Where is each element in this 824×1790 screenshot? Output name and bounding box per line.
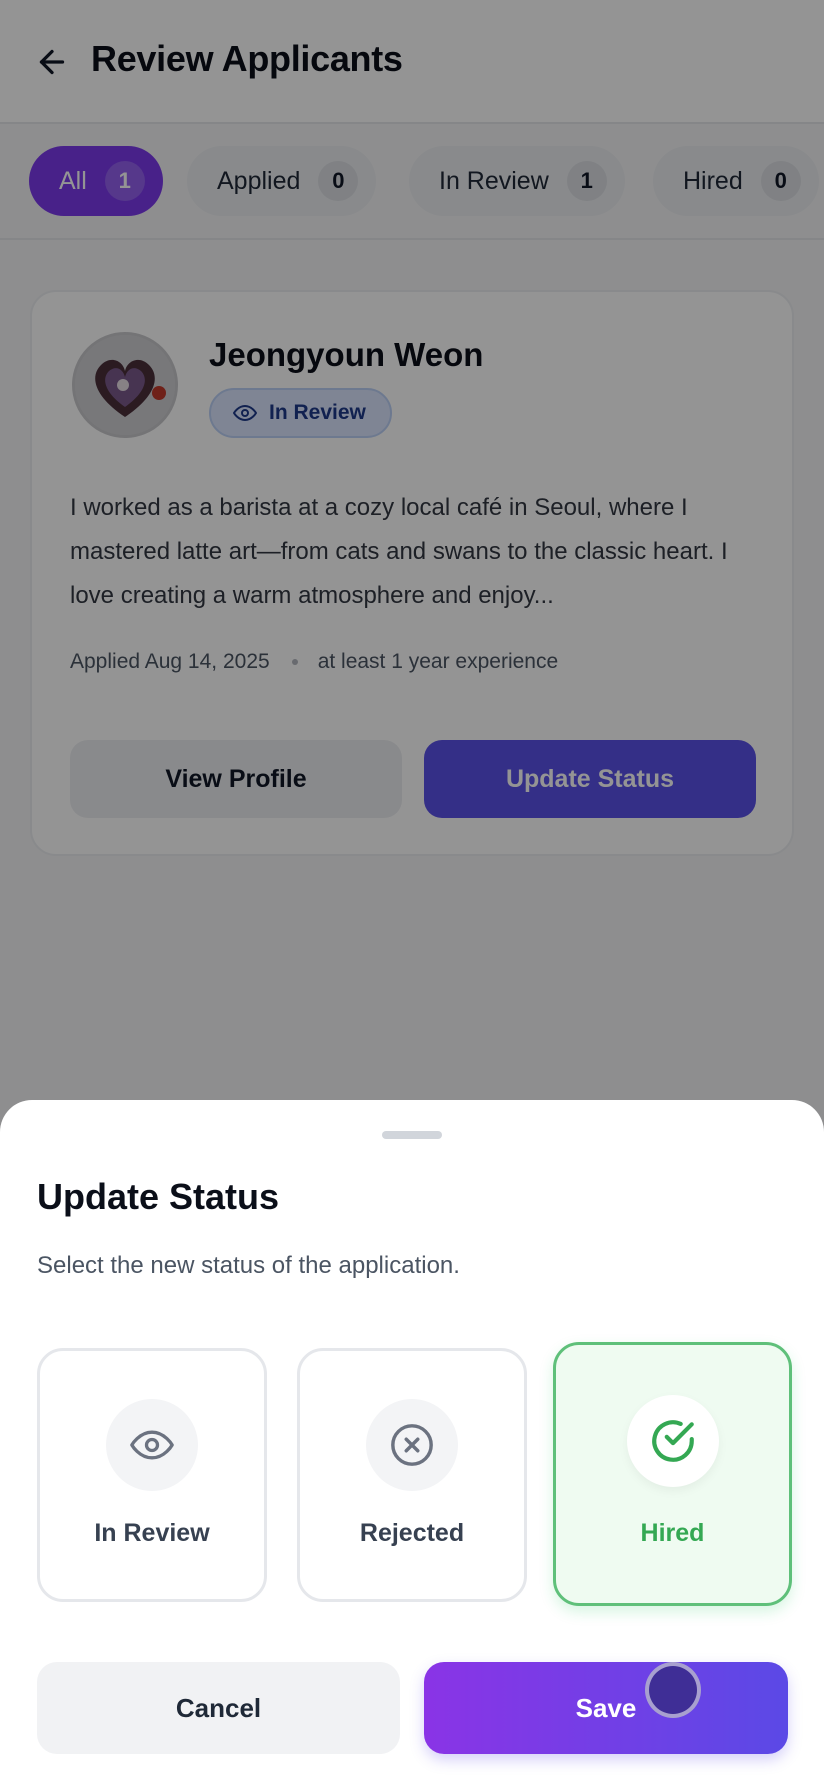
sheet-handle[interactable] (382, 1131, 442, 1139)
option-label: In Review (94, 1519, 210, 1547)
option-label: Rejected (359, 1519, 465, 1547)
status-option-hired[interactable]: Hired (553, 1342, 792, 1606)
touch-indicator (645, 1662, 701, 1718)
option-icon-wrap (366, 1399, 458, 1491)
status-option-in-review[interactable]: In Review (37, 1348, 267, 1602)
option-icon-wrap (106, 1399, 198, 1491)
option-label: Hired (640, 1519, 705, 1547)
update-status-sheet: Update Status Select the new status of t… (0, 1100, 824, 1790)
sheet-subtitle: Select the new status of the application… (37, 1252, 460, 1279)
cancel-button[interactable]: Cancel (37, 1662, 400, 1754)
sheet-title: Update Status (37, 1176, 280, 1217)
eye-icon (130, 1430, 174, 1460)
save-button[interactable]: Save (424, 1662, 788, 1754)
check-circle-icon (651, 1420, 694, 1462)
x-circle-icon (391, 1424, 433, 1466)
option-icon-wrap (626, 1395, 719, 1487)
status-option-rejected[interactable]: Rejected (297, 1348, 527, 1602)
